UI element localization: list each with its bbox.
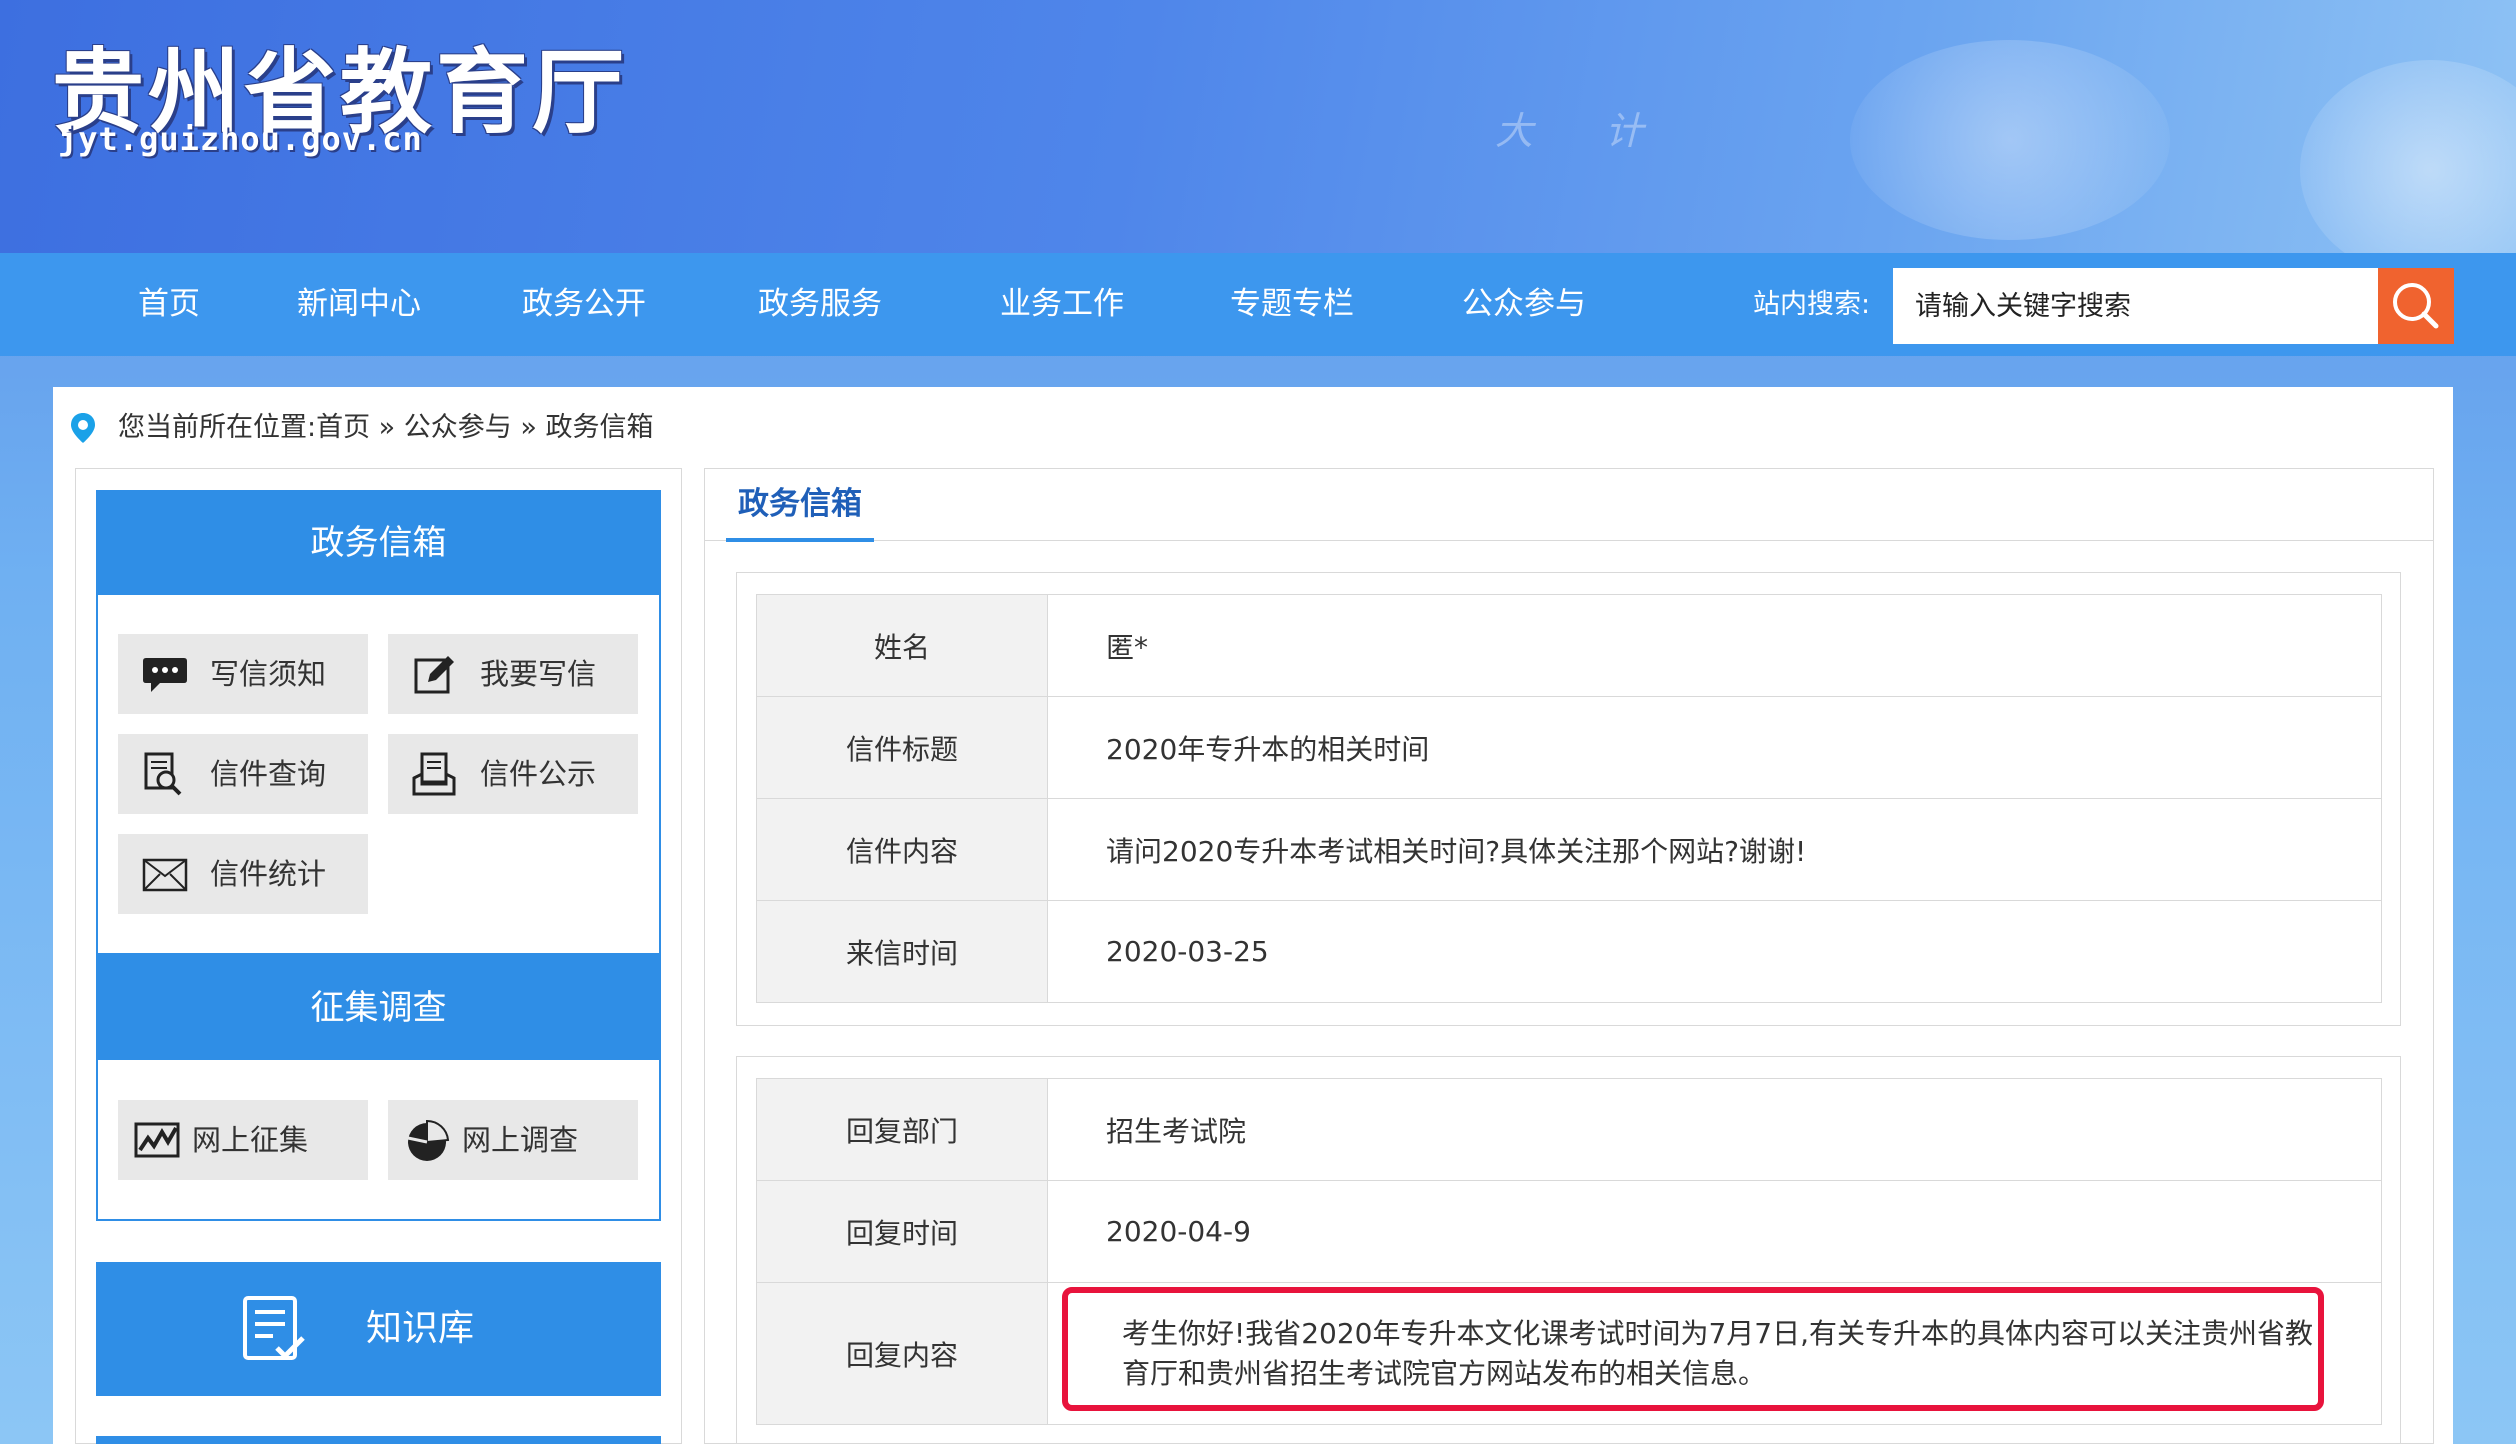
tile-online-collection[interactable]: 网上征集 xyxy=(118,1100,368,1180)
breadcrumb: 您当前所在位置:首页 » 公众参与 » 政务信箱 xyxy=(70,400,653,455)
nav-item-topics[interactable]: 专题专栏 xyxy=(1230,253,1354,356)
tile-letter-publicity[interactable]: 信件公示 xyxy=(388,734,638,814)
field-value: 招生考试院 xyxy=(1047,1078,2382,1181)
mailbox-title: 政务信箱 xyxy=(98,492,659,595)
field-label: 信件内容 xyxy=(756,798,1048,901)
table-row: 回复时间 2020-04-9 xyxy=(756,1180,2382,1283)
tile-letter-query[interactable]: 信件查询 xyxy=(118,734,368,814)
field-value: 2020-03-25 xyxy=(1047,900,2382,1003)
site-domain: jyt.guizhou.gov.cn xyxy=(58,120,423,158)
nav-item-gov-services[interactable]: 政务服务 xyxy=(758,253,882,356)
table-row: 回复部门 招生考试院 xyxy=(756,1078,2382,1181)
table-row: 姓名 匿* xyxy=(756,594,2382,697)
survey-panel: 征集调查 xyxy=(96,955,661,1221)
tile-write-letter[interactable]: 我要写信 xyxy=(388,634,638,714)
search-input[interactable] xyxy=(1893,268,2378,344)
tile-label: 信件公示 xyxy=(480,757,597,791)
field-value: 2020-04-9 xyxy=(1047,1180,2382,1283)
tile-letter-statistics[interactable]: 信件统计 xyxy=(118,834,368,914)
tile-writing-guide[interactable]: 写信须知 xyxy=(118,634,368,714)
document-stack-icon xyxy=(412,752,456,796)
nav-item-gov-affairs[interactable]: 政务公开 xyxy=(522,253,646,356)
breadcrumb-text[interactable]: 您当前所在位置:首页 » 公众参与 » 政务信箱 xyxy=(118,412,653,443)
tile-label: 信件查询 xyxy=(210,757,327,791)
highlight-annotation xyxy=(1062,1287,2324,1411)
letter-table: 姓名 匿* 信件标题 2020年专升本的相关时间 信件内容 请问2020专升本考… xyxy=(756,594,2382,1003)
tile-label: 网上调查 xyxy=(462,1123,579,1157)
survey-title: 征集调查 xyxy=(98,957,659,1060)
knowledge-base-label: 知识库 xyxy=(366,1308,475,1349)
edit-icon xyxy=(414,656,454,694)
speech-bubble-icon xyxy=(143,658,187,692)
tile-label: 我要写信 xyxy=(480,657,597,691)
tile-label: 网上征集 xyxy=(192,1123,309,1157)
field-label: 姓名 xyxy=(756,594,1048,697)
magnifier-doc-icon xyxy=(144,752,182,796)
knowledge-base-button[interactable]: 知识库 xyxy=(96,1262,661,1396)
nav-item-news[interactable]: 新闻中心 xyxy=(297,253,421,356)
tab-divider xyxy=(704,540,2434,541)
banner-glow xyxy=(1850,40,2170,240)
banner-glow xyxy=(2300,60,2516,253)
banner-decoration-text: 大 计 xyxy=(1495,109,1674,153)
tile-label: 信件统计 xyxy=(210,857,327,891)
header-banner: 贵州省教育厅 jyt.guizhou.gov.cn 大 计 xyxy=(0,0,2516,253)
field-label: 回复时间 xyxy=(756,1180,1048,1283)
table-row: 来信时间 2020-03-25 xyxy=(756,900,2382,1003)
nav-item-home[interactable]: 首页 xyxy=(138,253,200,356)
tile-label: 写信须知 xyxy=(210,657,327,691)
field-label: 来信时间 xyxy=(756,900,1048,1003)
search-label: 站内搜索: xyxy=(1753,289,1871,320)
search-button[interactable] xyxy=(2378,268,2454,344)
nav-item-participation[interactable]: 公众参与 xyxy=(1462,253,1586,356)
search-icon xyxy=(2393,283,2439,329)
tab-mailbox[interactable]: 政务信箱 xyxy=(726,470,874,542)
nav-item-business[interactable]: 业务工作 xyxy=(1000,253,1124,356)
field-label: 回复内容 xyxy=(756,1282,1048,1425)
envelope-icon xyxy=(142,858,188,892)
field-label: 信件标题 xyxy=(756,696,1048,799)
pie-chart-icon xyxy=(407,1119,450,1161)
table-row: 信件标题 2020年专升本的相关时间 xyxy=(756,696,2382,799)
line-chart-icon xyxy=(134,1122,180,1158)
next-panel-edge xyxy=(96,1436,661,1444)
field-value: 请问2020专升本考试相关时间?具体关注那个网站?谢谢! xyxy=(1047,798,2382,901)
field-value: 匿* xyxy=(1047,594,2382,697)
table-row: 信件内容 请问2020专升本考试相关时间?具体关注那个网站?谢谢! xyxy=(756,798,2382,901)
field-label: 回复部门 xyxy=(756,1078,1048,1181)
checklist-icon xyxy=(243,1296,305,1360)
tile-online-survey[interactable]: 网上调查 xyxy=(388,1100,638,1180)
location-pin-icon xyxy=(71,413,95,443)
field-value: 2020年专升本的相关时间 xyxy=(1047,696,2382,799)
